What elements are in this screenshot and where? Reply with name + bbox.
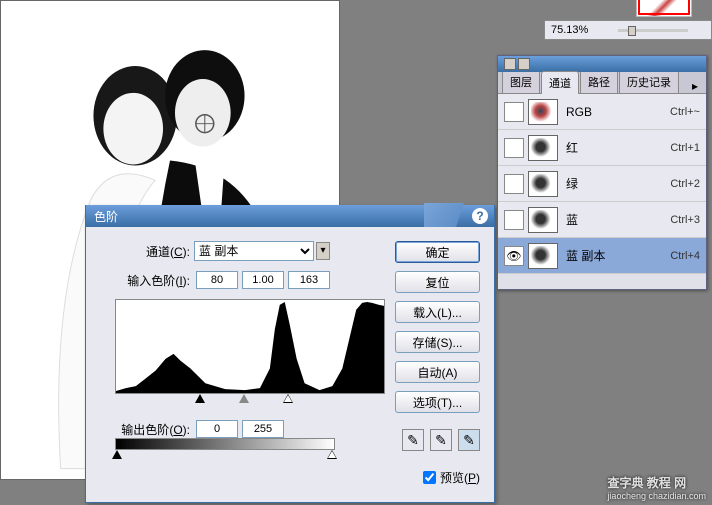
- dialog-help-icon[interactable]: ?: [472, 208, 488, 224]
- channel-shortcut: Ctrl+2: [670, 178, 700, 190]
- eyedropper-black-icon[interactable]: ✎: [402, 429, 424, 451]
- zoom-percent[interactable]: 75.13%: [551, 24, 588, 36]
- channel-name: 红: [566, 139, 670, 156]
- channel-thumbnail: [528, 207, 558, 233]
- save-button[interactable]: 存储(S)...: [395, 331, 480, 353]
- input-slider[interactable]: [115, 394, 385, 406]
- channel-name: 蓝: [566, 211, 670, 228]
- navigator-view-box[interactable]: [638, 0, 690, 15]
- options-button[interactable]: 选项(T)...: [395, 391, 480, 413]
- panel-minimize-icon[interactable]: [518, 58, 530, 70]
- visibility-toggle[interactable]: [504, 102, 524, 122]
- visibility-toggle[interactable]: 👁: [504, 246, 524, 266]
- dialog-title-decor: [424, 203, 464, 227]
- preview-label: 预览(P): [440, 469, 480, 486]
- zoom-slider[interactable]: [618, 29, 688, 32]
- input-levels-label: 输入色阶(I):: [100, 272, 190, 289]
- panel-menu-icon[interactable]: ▸: [688, 79, 702, 93]
- channel-thumbnail: [528, 135, 558, 161]
- visibility-toggle[interactable]: [504, 210, 524, 230]
- eye-icon: 👁: [506, 249, 521, 263]
- input-gamma-field[interactable]: [242, 271, 284, 289]
- watermark: 查字典 教程 网 jiaocheng chazidian.com: [607, 474, 706, 501]
- channel-name: 绿: [566, 175, 670, 192]
- dialog-titlebar[interactable]: 色阶 ?: [86, 205, 494, 227]
- channel-thumbnail: [528, 171, 558, 197]
- load-button[interactable]: 载入(L)...: [395, 301, 480, 323]
- navigator-thumbnail[interactable]: [636, 0, 692, 17]
- eyedropper-white-icon[interactable]: ✎: [458, 429, 480, 451]
- input-white-slider[interactable]: [283, 394, 293, 403]
- channel-shortcut: Ctrl+4: [670, 250, 700, 262]
- channel-row[interactable]: 👁 蓝 副本Ctrl+4: [498, 238, 706, 274]
- histogram: [115, 299, 385, 394]
- channel-thumbnail: [528, 243, 558, 269]
- output-white-field[interactable]: [242, 420, 284, 438]
- channel-row[interactable]: RGBCtrl+~: [498, 94, 706, 130]
- input-black-field[interactable]: [196, 271, 238, 289]
- panel-tabs: 图层 通道 路径 历史记录 ▸: [498, 72, 706, 94]
- tab-history[interactable]: 历史记录: [619, 70, 679, 93]
- preview-checkbox[interactable]: [423, 471, 436, 484]
- tab-layers[interactable]: 图层: [502, 70, 540, 93]
- channel-shortcut: Ctrl+1: [670, 142, 700, 154]
- channel-dropdown-button[interactable]: ▾: [316, 242, 330, 260]
- output-slider[interactable]: [115, 450, 335, 462]
- channel-row[interactable]: 绿Ctrl+2: [498, 166, 706, 202]
- navigator-zoom-bar: 75.13%: [544, 20, 712, 40]
- tab-paths[interactable]: 路径: [580, 70, 618, 93]
- input-gamma-slider[interactable]: [239, 394, 249, 403]
- channel-label: 通道(C):: [100, 243, 190, 260]
- channel-shortcut: Ctrl+~: [670, 106, 700, 118]
- channel-name: 蓝 副本: [566, 247, 670, 264]
- channel-list: RGBCtrl+~红Ctrl+1绿Ctrl+2蓝Ctrl+3👁蓝 副本Ctrl+…: [498, 94, 706, 274]
- eyedropper-gray-icon[interactable]: ✎: [430, 429, 452, 451]
- channel-name: RGB: [566, 105, 670, 119]
- auto-button[interactable]: 自动(A): [395, 361, 480, 383]
- ok-button[interactable]: 确定: [395, 241, 480, 263]
- channel-row[interactable]: 红Ctrl+1: [498, 130, 706, 166]
- dialog-title: 色阶: [94, 208, 118, 225]
- input-white-field[interactable]: [288, 271, 330, 289]
- input-black-slider[interactable]: [195, 394, 205, 403]
- channel-thumbnail: [528, 99, 558, 125]
- levels-dialog: 色阶 ? 通道(C): 蓝 副本 ▾ 输入色阶(I):: [85, 205, 495, 503]
- panel-collapse-icon[interactable]: [504, 58, 516, 70]
- output-black-slider[interactable]: [112, 450, 122, 459]
- channel-shortcut: Ctrl+3: [670, 214, 700, 226]
- channels-panel: 图层 通道 路径 历史记录 ▸ RGBCtrl+~红Ctrl+1绿Ctrl+2蓝…: [497, 55, 707, 290]
- channel-select[interactable]: 蓝 副本: [194, 241, 314, 261]
- output-gradient: [115, 438, 335, 450]
- zoom-slider-thumb[interactable]: [628, 26, 636, 36]
- channel-row[interactable]: 蓝Ctrl+3: [498, 202, 706, 238]
- tab-channels[interactable]: 通道: [541, 71, 579, 94]
- output-black-field[interactable]: [196, 420, 238, 438]
- output-white-slider[interactable]: [327, 450, 337, 459]
- reset-button[interactable]: 复位: [395, 271, 480, 293]
- visibility-toggle[interactable]: [504, 138, 524, 158]
- visibility-toggle[interactable]: [504, 174, 524, 194]
- output-levels-label: 输出色阶(O):: [100, 421, 190, 438]
- panel-titlebar[interactable]: [498, 56, 706, 72]
